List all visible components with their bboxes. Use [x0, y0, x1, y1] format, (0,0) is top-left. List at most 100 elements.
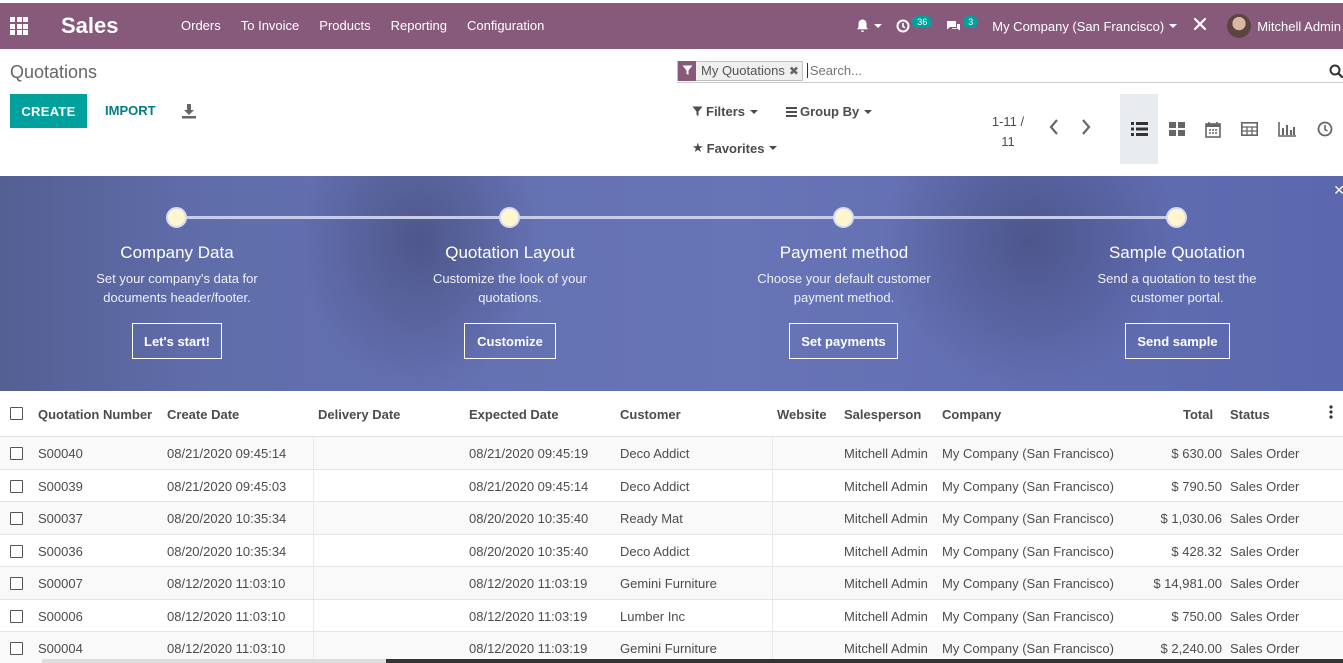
row-checkbox[interactable]: [10, 447, 23, 460]
optional-columns-icon[interactable]: [1329, 405, 1333, 422]
pager-value[interactable]: 1-11 / 11: [983, 112, 1033, 152]
debug-icon[interactable]: [1193, 17, 1207, 36]
cell-create-date: 08/12/2020 11:03:10: [167, 641, 286, 656]
column-header-salesperson[interactable]: Salesperson: [844, 407, 921, 422]
step-payment-method: Payment method Choose your default custo…: [734, 242, 954, 307]
cell-customer: Deco Addict: [620, 446, 690, 461]
caret-down-icon: [769, 146, 778, 150]
step-quotation-layout: Quotation Layout Customize the look of y…: [400, 242, 620, 307]
cell-status: Sales Order: [1230, 576, 1300, 591]
calendar-view-icon[interactable]: [1194, 94, 1232, 164]
chevron-left-icon[interactable]: [1048, 118, 1060, 139]
graph-view-icon[interactable]: [1268, 94, 1306, 164]
cell-total: $ 428.32: [1171, 543, 1222, 559]
search-input[interactable]: [806, 63, 1307, 78]
chevron-right-icon[interactable]: [1080, 118, 1092, 139]
select-all-checkbox[interactable]: [10, 407, 23, 420]
user-menu[interactable]: Mitchell Admin: [1257, 19, 1341, 34]
search-icon[interactable]: [1329, 64, 1343, 81]
step-title: Payment method: [779, 243, 909, 262]
column-header-company[interactable]: Company: [942, 407, 1001, 422]
cell-total: $ 1,030.06: [1160, 511, 1222, 526]
cell-expected-date: 08/20/2020 10:35:40: [469, 511, 589, 526]
download-icon[interactable]: [181, 103, 197, 122]
column-header-delivery-date[interactable]: Delivery Date: [318, 407, 400, 422]
column-header-expected-date[interactable]: Expected Date: [469, 407, 559, 422]
cell-salesperson: Mitchell Admin: [844, 543, 928, 559]
menu-item-configuration[interactable]: Configuration: [457, 3, 554, 49]
bars-icon: [786, 106, 797, 117]
step-description: Set your company's data for documents hea…: [96, 271, 258, 305]
cell-company: My Company (San Francisco): [942, 478, 1114, 494]
row-checkbox[interactable]: [10, 642, 23, 655]
cell-expected-date: 08/12/2020 11:03:19: [469, 608, 588, 624]
row-checkbox[interactable]: [10, 609, 23, 623]
table-row[interactable]: S00006 08/12/2020 11:03:10 08/12/2020 11:0…: [0, 599, 1343, 632]
filters-dropdown[interactable]: Filters: [692, 104, 759, 119]
table-header: Quotation Number Create Date Delivery Da…: [0, 391, 1343, 437]
kanban-view-icon[interactable]: [1158, 94, 1196, 164]
lets-start-button[interactable]: Let's start!: [132, 323, 222, 359]
avatar[interactable]: [1227, 14, 1252, 38]
create-button[interactable]: CREATE: [10, 94, 87, 128]
table-row[interactable]: S00037 08/20/2020 10:35:34 08/20/2020 10:3…: [0, 502, 1343, 535]
table-row[interactable]: S00040 08/21/2020 09:45:14 08/21/2020 09:4…: [0, 437, 1343, 470]
column-header-status[interactable]: Status: [1230, 407, 1270, 422]
cell-number: S00006: [38, 608, 83, 624]
customize-button[interactable]: Customize: [464, 323, 556, 359]
row-checkbox[interactable]: [10, 577, 23, 590]
group-by-dropdown[interactable]: Group By: [786, 104, 873, 119]
notifications-dropdown[interactable]: [856, 19, 883, 33]
cell-company: My Company (San Francisco): [942, 608, 1114, 624]
filters-label: Filters: [706, 104, 746, 119]
activity-menu[interactable]: 36: [896, 16, 933, 33]
onboarding-progress-line: [177, 216, 1177, 219]
cell-create-date: 08/20/2020 10:35:34: [167, 543, 287, 559]
horizontal-scrollbar[interactable]: [42, 659, 1343, 663]
import-button[interactable]: IMPORT: [105, 103, 156, 118]
filter-icon: [678, 60, 696, 81]
scrollbar-thumb[interactable]: [42, 659, 386, 663]
cell-customer: Gemini Furniture: [620, 576, 717, 591]
search-facet[interactable]: My Quotations ✖: [677, 60, 803, 81]
step-description: Send a quotation to test the customer por…: [1097, 271, 1257, 305]
close-icon[interactable]: ✕: [1333, 182, 1343, 199]
close-icon[interactable]: ✖: [788, 61, 802, 80]
step-sample-quotation: Sample Quotation Send a quotation to tes…: [1067, 242, 1287, 307]
cell-number: S00039: [38, 478, 83, 494]
cell-status: Sales Order: [1230, 641, 1300, 656]
apps-grid-icon[interactable]: [0, 3, 38, 49]
table-row[interactable]: S00036 08/20/2020 10:35:34 08/20/2020 10:3…: [0, 534, 1343, 567]
row-checkbox[interactable]: [10, 544, 23, 558]
favorites-dropdown[interactable]: ★ Favorites: [692, 140, 778, 156]
row-checkbox[interactable]: [10, 479, 23, 493]
caret-down-icon: [750, 109, 759, 114]
column-header-total[interactable]: Total: [1183, 407, 1213, 422]
pivot-view-icon[interactable]: [1230, 94, 1268, 164]
list-view-icon[interactable]: [1120, 94, 1158, 164]
column-header-create-date[interactable]: Create Date: [167, 407, 239, 422]
cell-company: My Company (San Francisco): [942, 641, 1114, 656]
column-separator: [772, 599, 773, 632]
app-name[interactable]: Sales: [61, 13, 171, 39]
column-header-customer[interactable]: Customer: [620, 407, 681, 422]
row-checkbox[interactable]: [10, 512, 23, 525]
send-sample-button[interactable]: Send sample: [1125, 323, 1230, 359]
column-header-number[interactable]: Quotation Number: [38, 407, 152, 422]
messaging-menu[interactable]: 3: [946, 16, 979, 33]
quotations-table: Quotation Number Create Date Delivery Da…: [0, 391, 1343, 663]
table-row[interactable]: S00007 08/12/2020 11:03:10 08/12/2020 11:0…: [0, 567, 1343, 600]
step-dot: [499, 207, 520, 228]
company-switcher[interactable]: My Company (San Francisco): [992, 19, 1178, 34]
activity-view-icon[interactable]: [1306, 94, 1343, 164]
menu-item-products[interactable]: Products: [309, 3, 380, 49]
cell-customer: Lumber Inc: [620, 608, 686, 624]
menu-item-orders[interactable]: Orders: [171, 3, 231, 49]
bell-icon: [857, 19, 869, 32]
set-payments-button[interactable]: Set payments: [789, 323, 898, 359]
menu-item-to-invoice[interactable]: To Invoice: [231, 3, 310, 49]
table-row[interactable]: S00039 08/21/2020 09:45:03 08/21/2020 09:4…: [0, 469, 1343, 502]
column-separator: [313, 437, 314, 469]
menu-item-reporting[interactable]: Reporting: [381, 3, 457, 49]
column-header-website[interactable]: Website: [777, 407, 827, 422]
